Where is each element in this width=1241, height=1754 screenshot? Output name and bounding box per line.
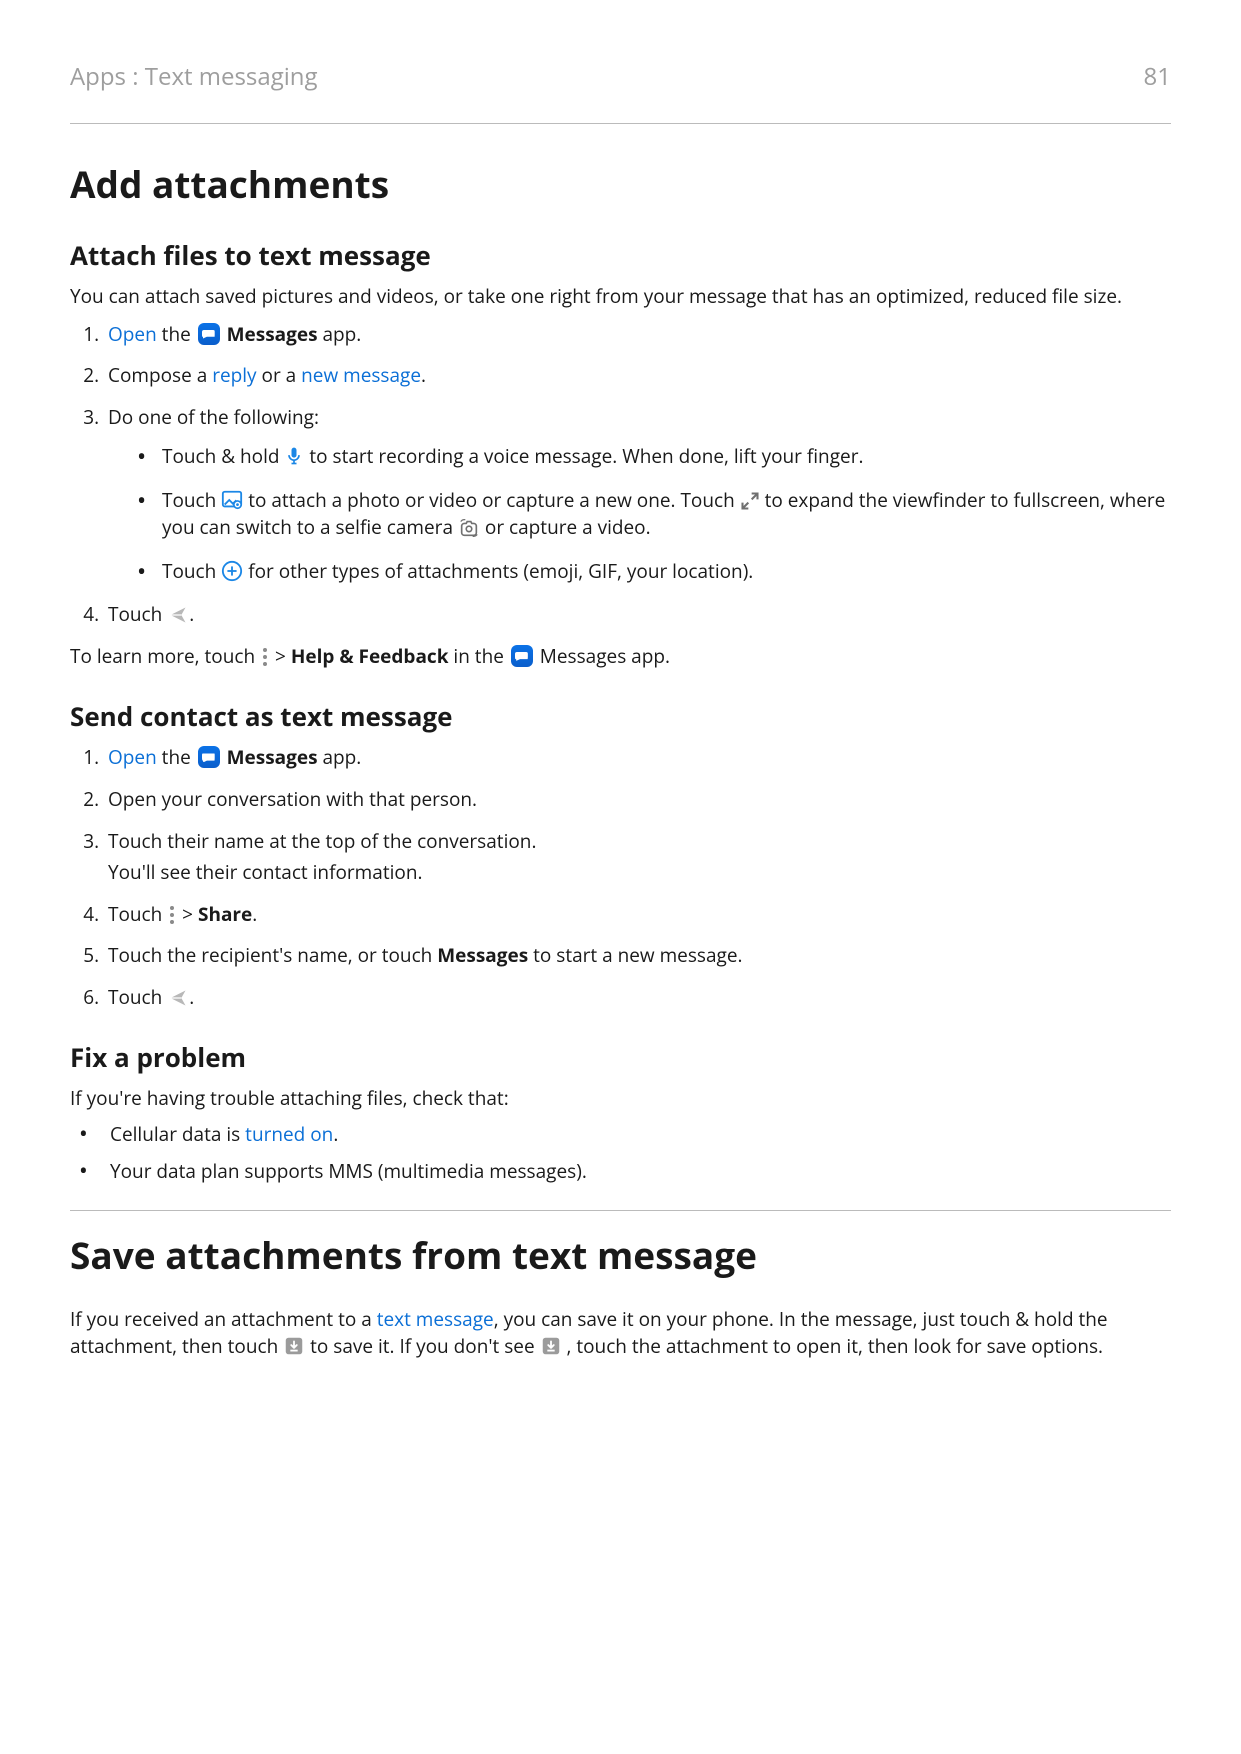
save-paragraph: If you received an attachment to a text … [70,1306,1171,1361]
reply-link[interactable]: reply [212,362,256,388]
text-message-link[interactable]: text message [377,1306,494,1332]
new-message-link[interactable]: new message [301,362,421,388]
sc-step-1: Open the Messages app. [104,744,1171,772]
microphone-icon [284,445,304,467]
fix-bullet-1: Cellular data is turned on. [80,1121,1171,1149]
section-heading-fix-problem: Fix a problem [70,1039,1171,1075]
header-divider [70,123,1171,124]
gallery-icon [221,489,243,511]
page-title-save-attachments: Save attachments from text message [70,1229,1171,1280]
sc-step-6: Touch . [104,984,1171,1012]
sc-step-2: Open your conversation with that person. [104,786,1171,814]
page-number: 81 [1144,60,1171,93]
step-3: Do one of the following: Touch & hold to… [104,404,1171,586]
messages-app-icon [511,645,533,667]
sc-step-5: Touch the recipient's name, or touch Mes… [104,942,1171,970]
send-icon [167,988,189,1008]
section-heading-send-contact: Send contact as text message [70,698,1171,734]
step-1: Open the Messages app. [104,321,1171,349]
intro-paragraph: You can attach saved pictures and videos… [70,283,1171,311]
expand-icon [740,491,760,511]
bullet-photo: Touch to attach a photo or video or capt… [138,487,1171,542]
more-vert-icon [260,647,270,667]
more-vert-icon [167,905,177,925]
open-link[interactable]: Open [108,744,157,770]
section-heading-attach-files: Attach files to text message [70,237,1171,273]
open-link[interactable]: Open [108,321,157,347]
step-2: Compose a reply or a new message. [104,362,1171,390]
fix-intro: If you're having trouble attaching files… [70,1085,1171,1113]
page-title-add-attachments: Add attachments [70,158,1171,209]
bullet-plus: Touch for other types of attachments (em… [138,558,1171,586]
save-icon [540,1335,562,1357]
breadcrumb: Apps : Text messaging [70,60,318,93]
messages-app-icon [198,323,220,345]
section-divider [70,1210,1171,1211]
step-4: Touch . [104,601,1171,629]
send-icon [167,605,189,625]
fix-bullet-2: Your data plan supports MMS (multimedia … [80,1158,1171,1186]
learn-more: To learn more, touch > Help & Feedback i… [70,643,1171,671]
plus-circle-icon [221,560,243,582]
sc-step-4: Touch > Share. [104,901,1171,929]
turned-on-link[interactable]: turned on [245,1121,333,1147]
save-icon [283,1335,305,1357]
bullet-voice: Touch & hold to start recording a voice … [138,443,1171,471]
selfie-camera-icon [458,518,480,538]
messages-app-icon [198,746,220,768]
sc-step-3: Touch their name at the top of the conve… [104,828,1171,887]
